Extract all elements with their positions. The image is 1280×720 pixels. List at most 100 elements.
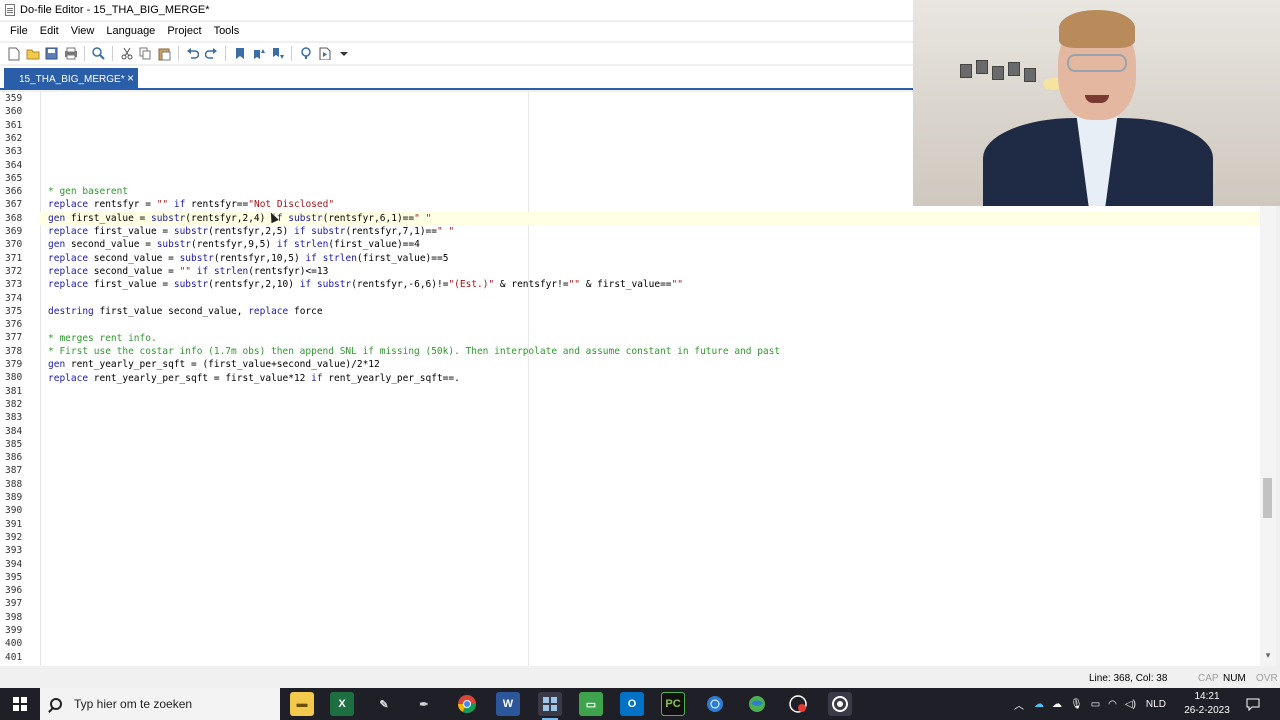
save-icon[interactable]: [42, 44, 61, 63]
show-hidden-icons-icon[interactable]: ︿: [1014, 697, 1024, 712]
volume-icon[interactable]: ◁): [1125, 699, 1136, 710]
line-number: 390: [5, 505, 23, 517]
line-number: 367: [5, 199, 23, 211]
presenter-glasses: [1067, 54, 1127, 72]
num-lock-indicator: NUM: [1223, 673, 1246, 684]
line-number: 368: [5, 212, 23, 224]
line-number: 365: [5, 172, 23, 184]
windows-taskbar: Typ hier om te zoeken ▬ X ✎ ✒ W ▭ O PC ︿…: [0, 688, 1280, 720]
windows-logo-icon: [13, 697, 27, 711]
outlook-icon[interactable]: O: [620, 692, 644, 716]
line-number: 400: [5, 638, 23, 650]
line-number: 382: [5, 398, 23, 410]
notifications-icon[interactable]: [1246, 688, 1260, 720]
menu-language[interactable]: Language: [100, 22, 161, 41]
line-number: 401: [5, 651, 23, 663]
show-file-in-viewer-icon[interactable]: [296, 44, 315, 63]
new-file-icon[interactable]: [4, 44, 23, 63]
menu-edit[interactable]: Edit: [34, 22, 65, 41]
scrollbar-thumb[interactable]: [1263, 478, 1272, 518]
inkscape-icon[interactable]: ✎: [372, 692, 396, 716]
search-placeholder: Typ hier om te zoeken: [74, 697, 193, 711]
code-line-380: replace rent_yearly_per_sqft = first_val…: [48, 373, 460, 384]
edge-guide-line: [528, 92, 529, 666]
line-number: 379: [5, 359, 23, 370]
pycharm-icon[interactable]: PC: [661, 692, 685, 716]
presentation-icon[interactable]: ▭: [579, 692, 603, 716]
system-clock[interactable]: 14:21 26-2-2023: [1180, 690, 1234, 718]
line-number: 389: [5, 492, 23, 503]
line-number: 397: [5, 598, 23, 610]
screen-recorder-icon[interactable]: [828, 692, 852, 716]
menu-view[interactable]: View: [65, 22, 101, 41]
execute-dropdown-icon[interactable]: [334, 44, 353, 63]
taskbar-search-box[interactable]: Typ hier om te zoeken: [40, 688, 280, 720]
line-number: 372: [5, 265, 23, 277]
line-number: 386: [5, 452, 23, 464]
line-number: 374: [5, 292, 23, 304]
find-icon[interactable]: [89, 44, 108, 63]
redo-icon[interactable]: [202, 44, 221, 63]
line-number: 399: [5, 625, 23, 636]
file-explorer-icon[interactable]: ▬: [290, 692, 314, 716]
toolbar-separator: [225, 46, 226, 61]
line-number: 369: [5, 226, 23, 237]
undo-icon[interactable]: [183, 44, 202, 63]
battery-icon[interactable]: ▭: [1091, 699, 1100, 710]
bookmark-next-icon[interactable]: [268, 44, 287, 63]
code-line-369: replace first_value = substr(rentsfyr,2,…: [48, 226, 455, 237]
pen-tool-icon[interactable]: ✒: [412, 692, 436, 716]
toolbar-separator: [112, 46, 113, 61]
menu-tools[interactable]: Tools: [208, 22, 246, 41]
chrome-icon[interactable]: [455, 692, 479, 716]
toolbar-separator: [291, 46, 292, 61]
execute-do-icon[interactable]: [315, 44, 334, 63]
stata-icon[interactable]: [538, 692, 562, 720]
bookmark-previous-icon[interactable]: [249, 44, 268, 63]
line-number: 392: [5, 531, 23, 543]
code-line-379: gen rent_yearly_per_sqft = (first_value+…: [48, 359, 380, 370]
recorder-icon[interactable]: [786, 692, 810, 716]
line-number: 375: [5, 305, 23, 317]
line-number: 396: [5, 585, 23, 597]
input-language[interactable]: NLD: [1146, 699, 1166, 710]
toolbar-separator: [178, 46, 179, 61]
system-tray: ︿ ☁ ☁ 🎙 ▭ ◠ ◁) NLD: [1014, 688, 1166, 720]
wifi-icon[interactable]: ◠: [1108, 699, 1117, 710]
code-line-367: replace rentsfyr = "" if rentsfyr=="Not …: [48, 199, 335, 210]
print-icon[interactable]: [61, 44, 80, 63]
globe-blue-icon[interactable]: [703, 692, 727, 716]
line-number: 393: [5, 545, 23, 557]
wall-photos: [960, 60, 1050, 96]
line-number: 385: [5, 438, 23, 450]
tab-15-tha-big-merge[interactable]: 15_THA_BIG_MERGE* ×: [4, 68, 138, 90]
status-bar: Line: 368, Col: 38 CAP NUM OVR: [0, 671, 1280, 688]
paste-icon[interactable]: [155, 44, 174, 63]
menu-project[interactable]: Project: [161, 22, 207, 41]
line-number: 378: [5, 345, 23, 357]
menu-file[interactable]: File: [4, 22, 34, 41]
scroll-down-icon[interactable]: ▾: [1262, 650, 1274, 662]
copy-icon[interactable]: [136, 44, 155, 63]
bookmark-toggle-icon[interactable]: [230, 44, 249, 63]
close-tab-icon[interactable]: ×: [127, 72, 134, 85]
line-number: 388: [5, 478, 23, 490]
globe-green-icon[interactable]: [745, 692, 769, 716]
line-number-gutter: 359 360 361 362 363 364 365 366 367 368 369 370 371 3…: [0, 92, 40, 666]
cloud-sync-icon[interactable]: ☁: [1034, 699, 1044, 710]
clock-date: 26-2-2023: [1184, 705, 1230, 716]
word-icon[interactable]: W: [496, 692, 520, 716]
tab-label: 15_THA_BIG_MERGE*: [19, 73, 125, 85]
onedrive-icon[interactable]: ☁: [1052, 699, 1062, 710]
start-button[interactable]: [0, 688, 40, 720]
cursor-position: Line: 368, Col: 38: [1089, 673, 1168, 684]
do-file-icon: [5, 4, 15, 16]
webcam-overlay: [913, 0, 1280, 206]
search-icon: [50, 698, 62, 710]
line-number: 381: [5, 385, 23, 397]
cut-icon[interactable]: [117, 44, 136, 63]
excel-icon[interactable]: X: [330, 692, 354, 716]
line-number: 373: [5, 279, 23, 291]
microphone-icon[interactable]: 🎙: [1070, 699, 1083, 710]
open-folder-icon[interactable]: [23, 44, 42, 63]
